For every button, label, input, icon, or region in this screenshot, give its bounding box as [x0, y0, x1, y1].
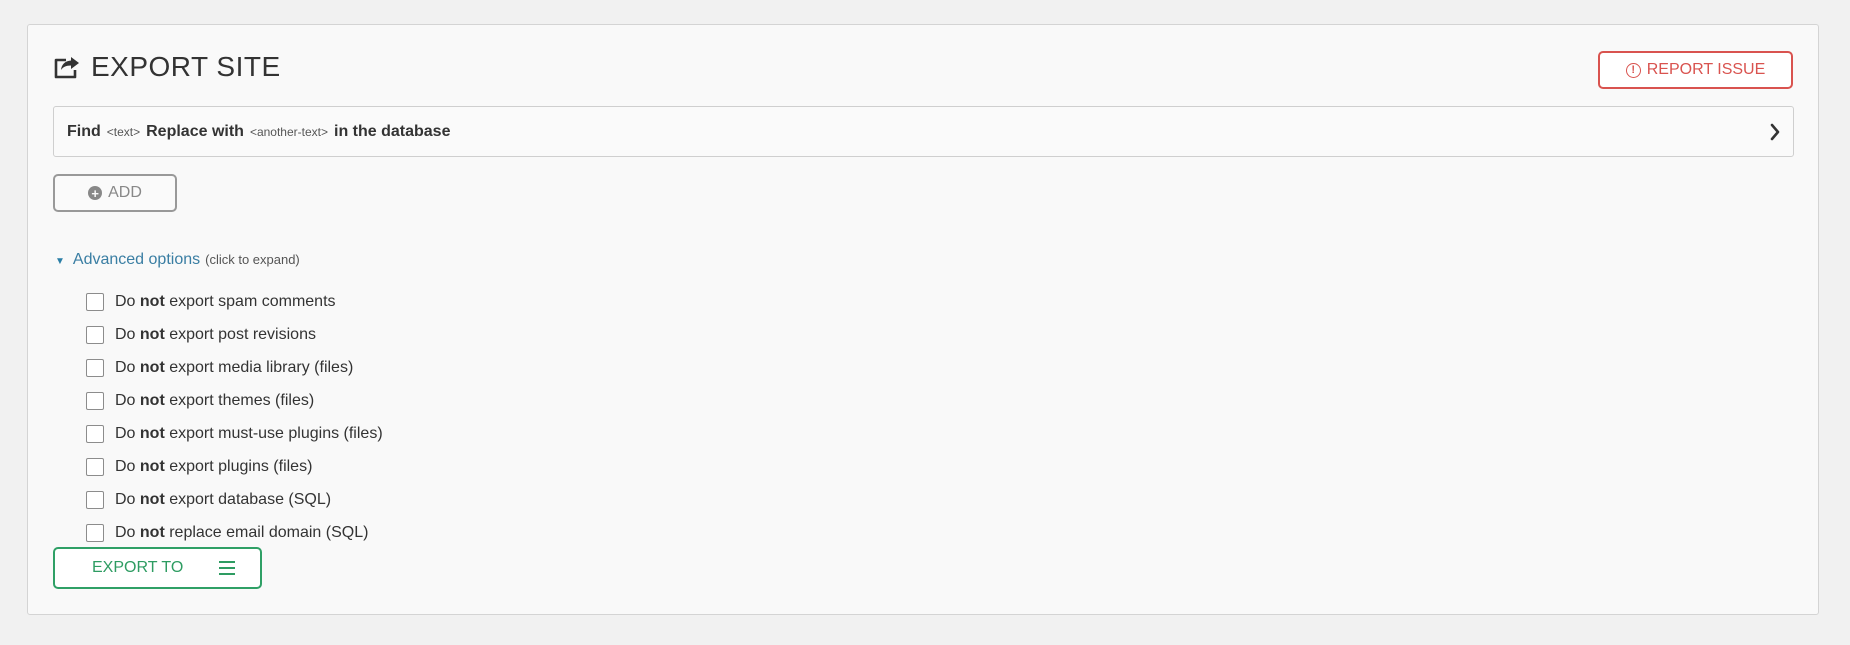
- find-replace-row[interactable]: Find <text> Replace with <another-text> …: [53, 106, 1794, 157]
- database-suffix-label: in the database: [334, 122, 451, 140]
- option-no-spam-comments[interactable]: Do not export spam comments: [86, 285, 383, 318]
- option-no-post-revisions[interactable]: Do not export post revisions: [86, 318, 383, 351]
- option-label: Do not replace email domain (SQL): [115, 523, 369, 541]
- add-button[interactable]: + ADD: [53, 174, 177, 212]
- page-header: EXPORT SITE: [53, 49, 281, 85]
- option-label: Do not export post revisions: [115, 325, 316, 343]
- checkbox[interactable]: [86, 325, 104, 344]
- report-issue-label: REPORT ISSUE: [1646, 61, 1766, 78]
- alert-circle-icon: !: [1625, 62, 1641, 78]
- checkbox[interactable]: [86, 490, 104, 509]
- option-label: Do not export media library (files): [115, 358, 354, 376]
- checkbox[interactable]: [86, 358, 104, 377]
- advanced-options-toggle[interactable]: ▼ Advanced options (click to expand): [55, 251, 300, 269]
- option-label: Do not export spam comments: [115, 292, 336, 310]
- option-no-plugins[interactable]: Do not export plugins (files): [86, 450, 383, 483]
- option-label: Do not export database (SQL): [115, 490, 332, 508]
- replace-with-label: Replace with: [146, 122, 244, 140]
- option-no-email-domain-replace[interactable]: Do not replace email domain (SQL): [86, 516, 383, 549]
- checkbox[interactable]: [86, 523, 104, 542]
- option-label: Do not export plugins (files): [115, 457, 313, 475]
- export-to-label: EXPORT TO: [92, 559, 184, 576]
- checkbox[interactable]: [86, 292, 104, 311]
- advanced-options-list: Do not export spam comments Do not expor…: [86, 285, 383, 549]
- chevron-right-icon[interactable]: [1769, 123, 1781, 146]
- advanced-options-hint: (click to expand): [205, 252, 300, 267]
- page-title: EXPORT SITE: [91, 51, 281, 82]
- plus-circle-icon: +: [88, 186, 103, 200]
- advanced-options-label: Advanced options: [72, 251, 201, 268]
- triangle-down-icon: ▼: [55, 256, 65, 267]
- find-label: Find: [67, 122, 101, 140]
- replace-placeholder: <another-text>: [249, 124, 328, 139]
- option-label: Do not export themes (files): [115, 391, 315, 409]
- checkbox[interactable]: [86, 391, 104, 410]
- option-no-themes[interactable]: Do not export themes (files): [86, 384, 383, 417]
- export-site-panel: EXPORT SITE ! REPORT ISSUE Find <text> R…: [27, 24, 1819, 615]
- option-no-database[interactable]: Do not export database (SQL): [86, 483, 383, 516]
- add-label: ADD: [108, 184, 142, 201]
- find-placeholder: <text>: [106, 124, 141, 139]
- report-issue-button[interactable]: ! REPORT ISSUE: [1598, 51, 1793, 89]
- option-label: Do not export must-use plugins (files): [115, 424, 383, 442]
- share-export-icon: [53, 55, 81, 79]
- checkbox[interactable]: [86, 457, 104, 476]
- export-to-button[interactable]: EXPORT TO: [53, 547, 262, 589]
- menu-icon: [219, 560, 235, 581]
- option-no-must-use-plugins[interactable]: Do not export must-use plugins (files): [86, 417, 383, 450]
- checkbox[interactable]: [86, 424, 104, 443]
- option-no-media-library[interactable]: Do not export media library (files): [86, 351, 383, 384]
